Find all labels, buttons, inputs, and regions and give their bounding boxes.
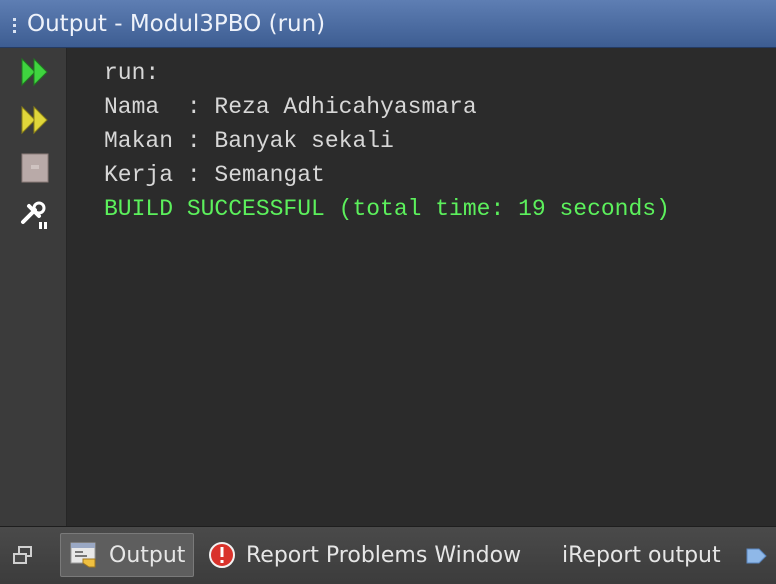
build-status-line: BUILD SUCCESSFUL (total time: 19 seconds… bbox=[104, 196, 670, 222]
rerun-button[interactable] bbox=[19, 56, 51, 88]
output-line: Makan : Banyak sekali bbox=[104, 128, 394, 154]
bottom-tab-bar: Output Report Problems Window iReport ou… bbox=[0, 526, 776, 584]
double-play-icon bbox=[21, 105, 48, 135]
output-console[interactable]: run: Nama : Reza Adhicahyasmara Makan : … bbox=[67, 48, 776, 526]
drag-grip-icon[interactable] bbox=[13, 18, 17, 38]
tab-report-problems[interactable]: Report Problems Window bbox=[208, 533, 521, 577]
stop-button[interactable] bbox=[19, 152, 51, 184]
tab-ireport-output-label: iReport output bbox=[562, 542, 721, 568]
output-window-icon bbox=[69, 541, 99, 569]
rerun-with-options-button[interactable] bbox=[19, 104, 51, 136]
window-title: Output - Modul3PBO (run) bbox=[27, 11, 326, 37]
tab-ireport-output[interactable]: iReport output bbox=[562, 533, 721, 577]
tools-icon bbox=[21, 201, 47, 229]
stop-icon bbox=[21, 153, 49, 183]
tab-output-label: Output bbox=[109, 542, 186, 568]
output-line: Nama : Reza Adhicahyasmara bbox=[104, 94, 477, 120]
tab-report-problems-label: Report Problems Window bbox=[246, 542, 522, 568]
double-play-icon bbox=[21, 57, 48, 87]
output-line: run: bbox=[104, 60, 160, 86]
output-window: Output - Modul3PBO (run) run: Nama: Rez… bbox=[0, 0, 776, 584]
run-settings-button[interactable] bbox=[19, 200, 51, 232]
error-icon bbox=[208, 541, 236, 569]
tab-output[interactable]: Output bbox=[60, 533, 194, 577]
restore-window-icon[interactable] bbox=[11, 544, 35, 568]
more-tabs-arrow-icon[interactable] bbox=[744, 544, 768, 568]
output-toolbar bbox=[0, 48, 67, 526]
title-bar[interactable]: Output - Modul3PBO (run) bbox=[0, 0, 776, 48]
output-line: Kerja : Semangat bbox=[104, 162, 325, 188]
